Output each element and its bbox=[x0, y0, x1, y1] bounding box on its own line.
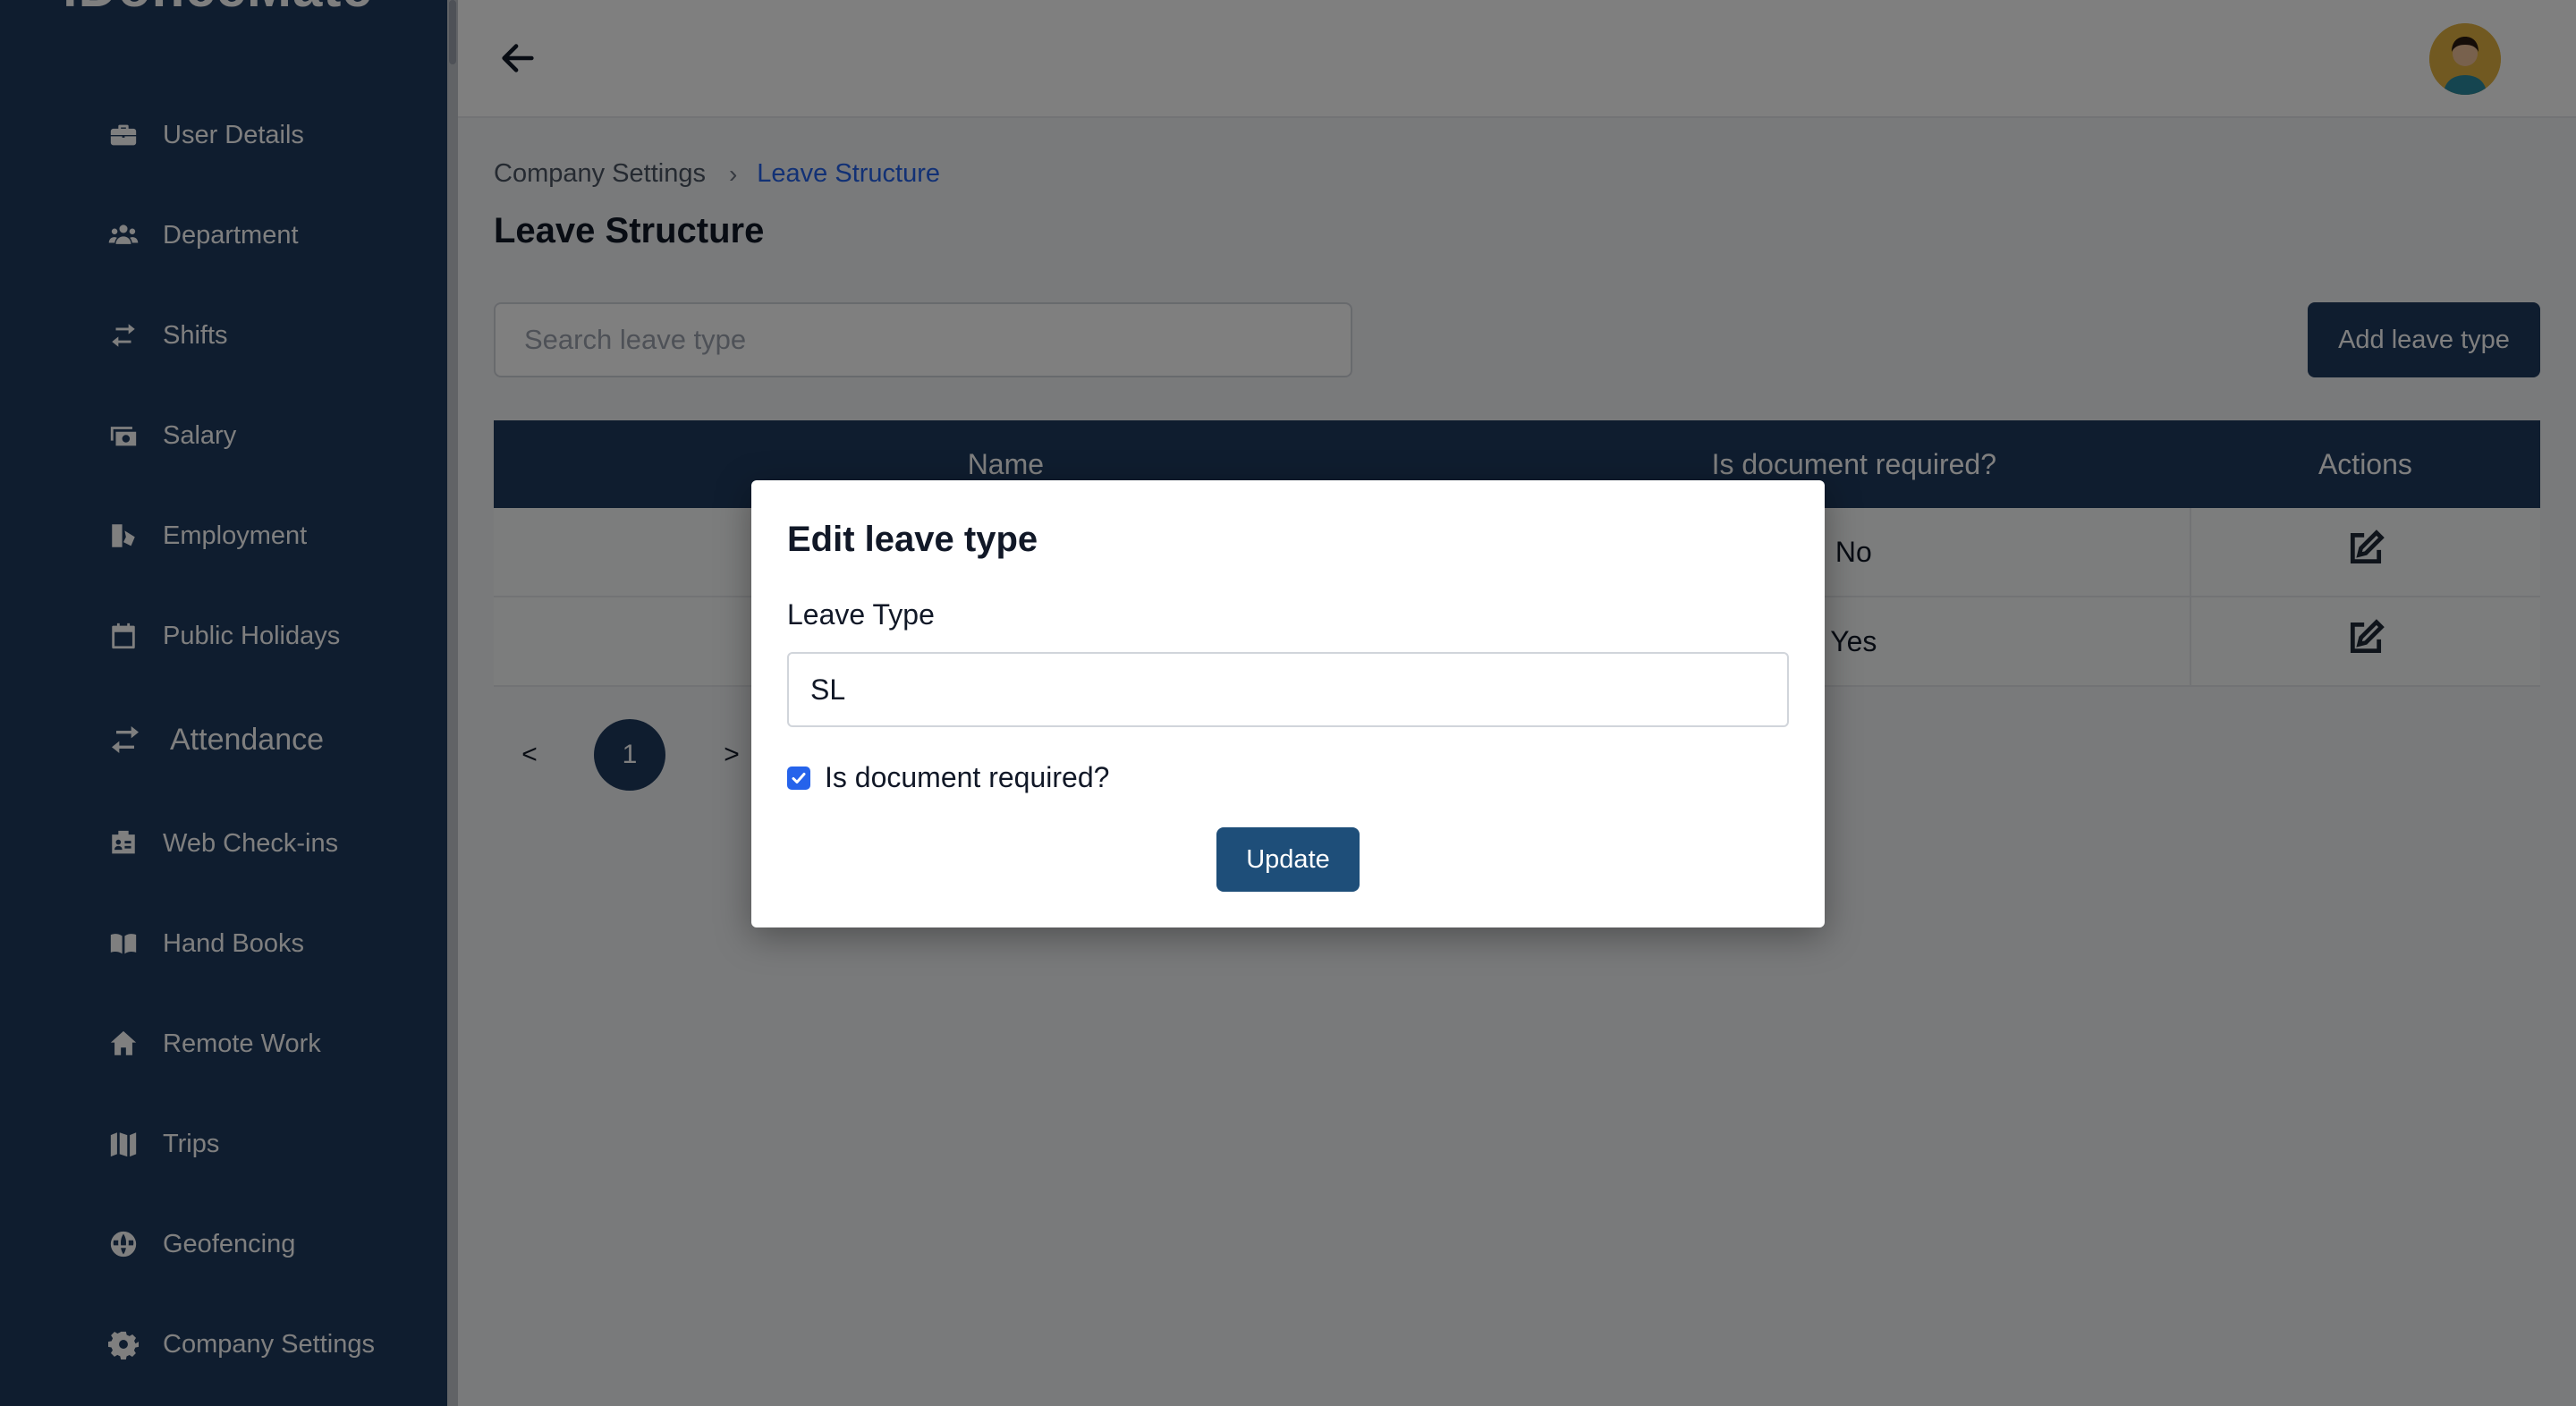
document-required-row: Is document required? bbox=[787, 761, 1109, 794]
update-button[interactable]: Update bbox=[1216, 827, 1360, 892]
document-required-label: Is document required? bbox=[825, 761, 1110, 793]
checkmark-icon bbox=[792, 772, 806, 783]
leave-type-input[interactable] bbox=[787, 652, 1789, 727]
document-required-checkbox[interactable] bbox=[787, 766, 810, 790]
modal-title: Edit leave type bbox=[787, 520, 1038, 559]
leave-type-label: Leave Type bbox=[787, 598, 935, 631]
edit-leave-type-modal: Edit leave type Leave Type Is document r… bbox=[751, 480, 1825, 927]
